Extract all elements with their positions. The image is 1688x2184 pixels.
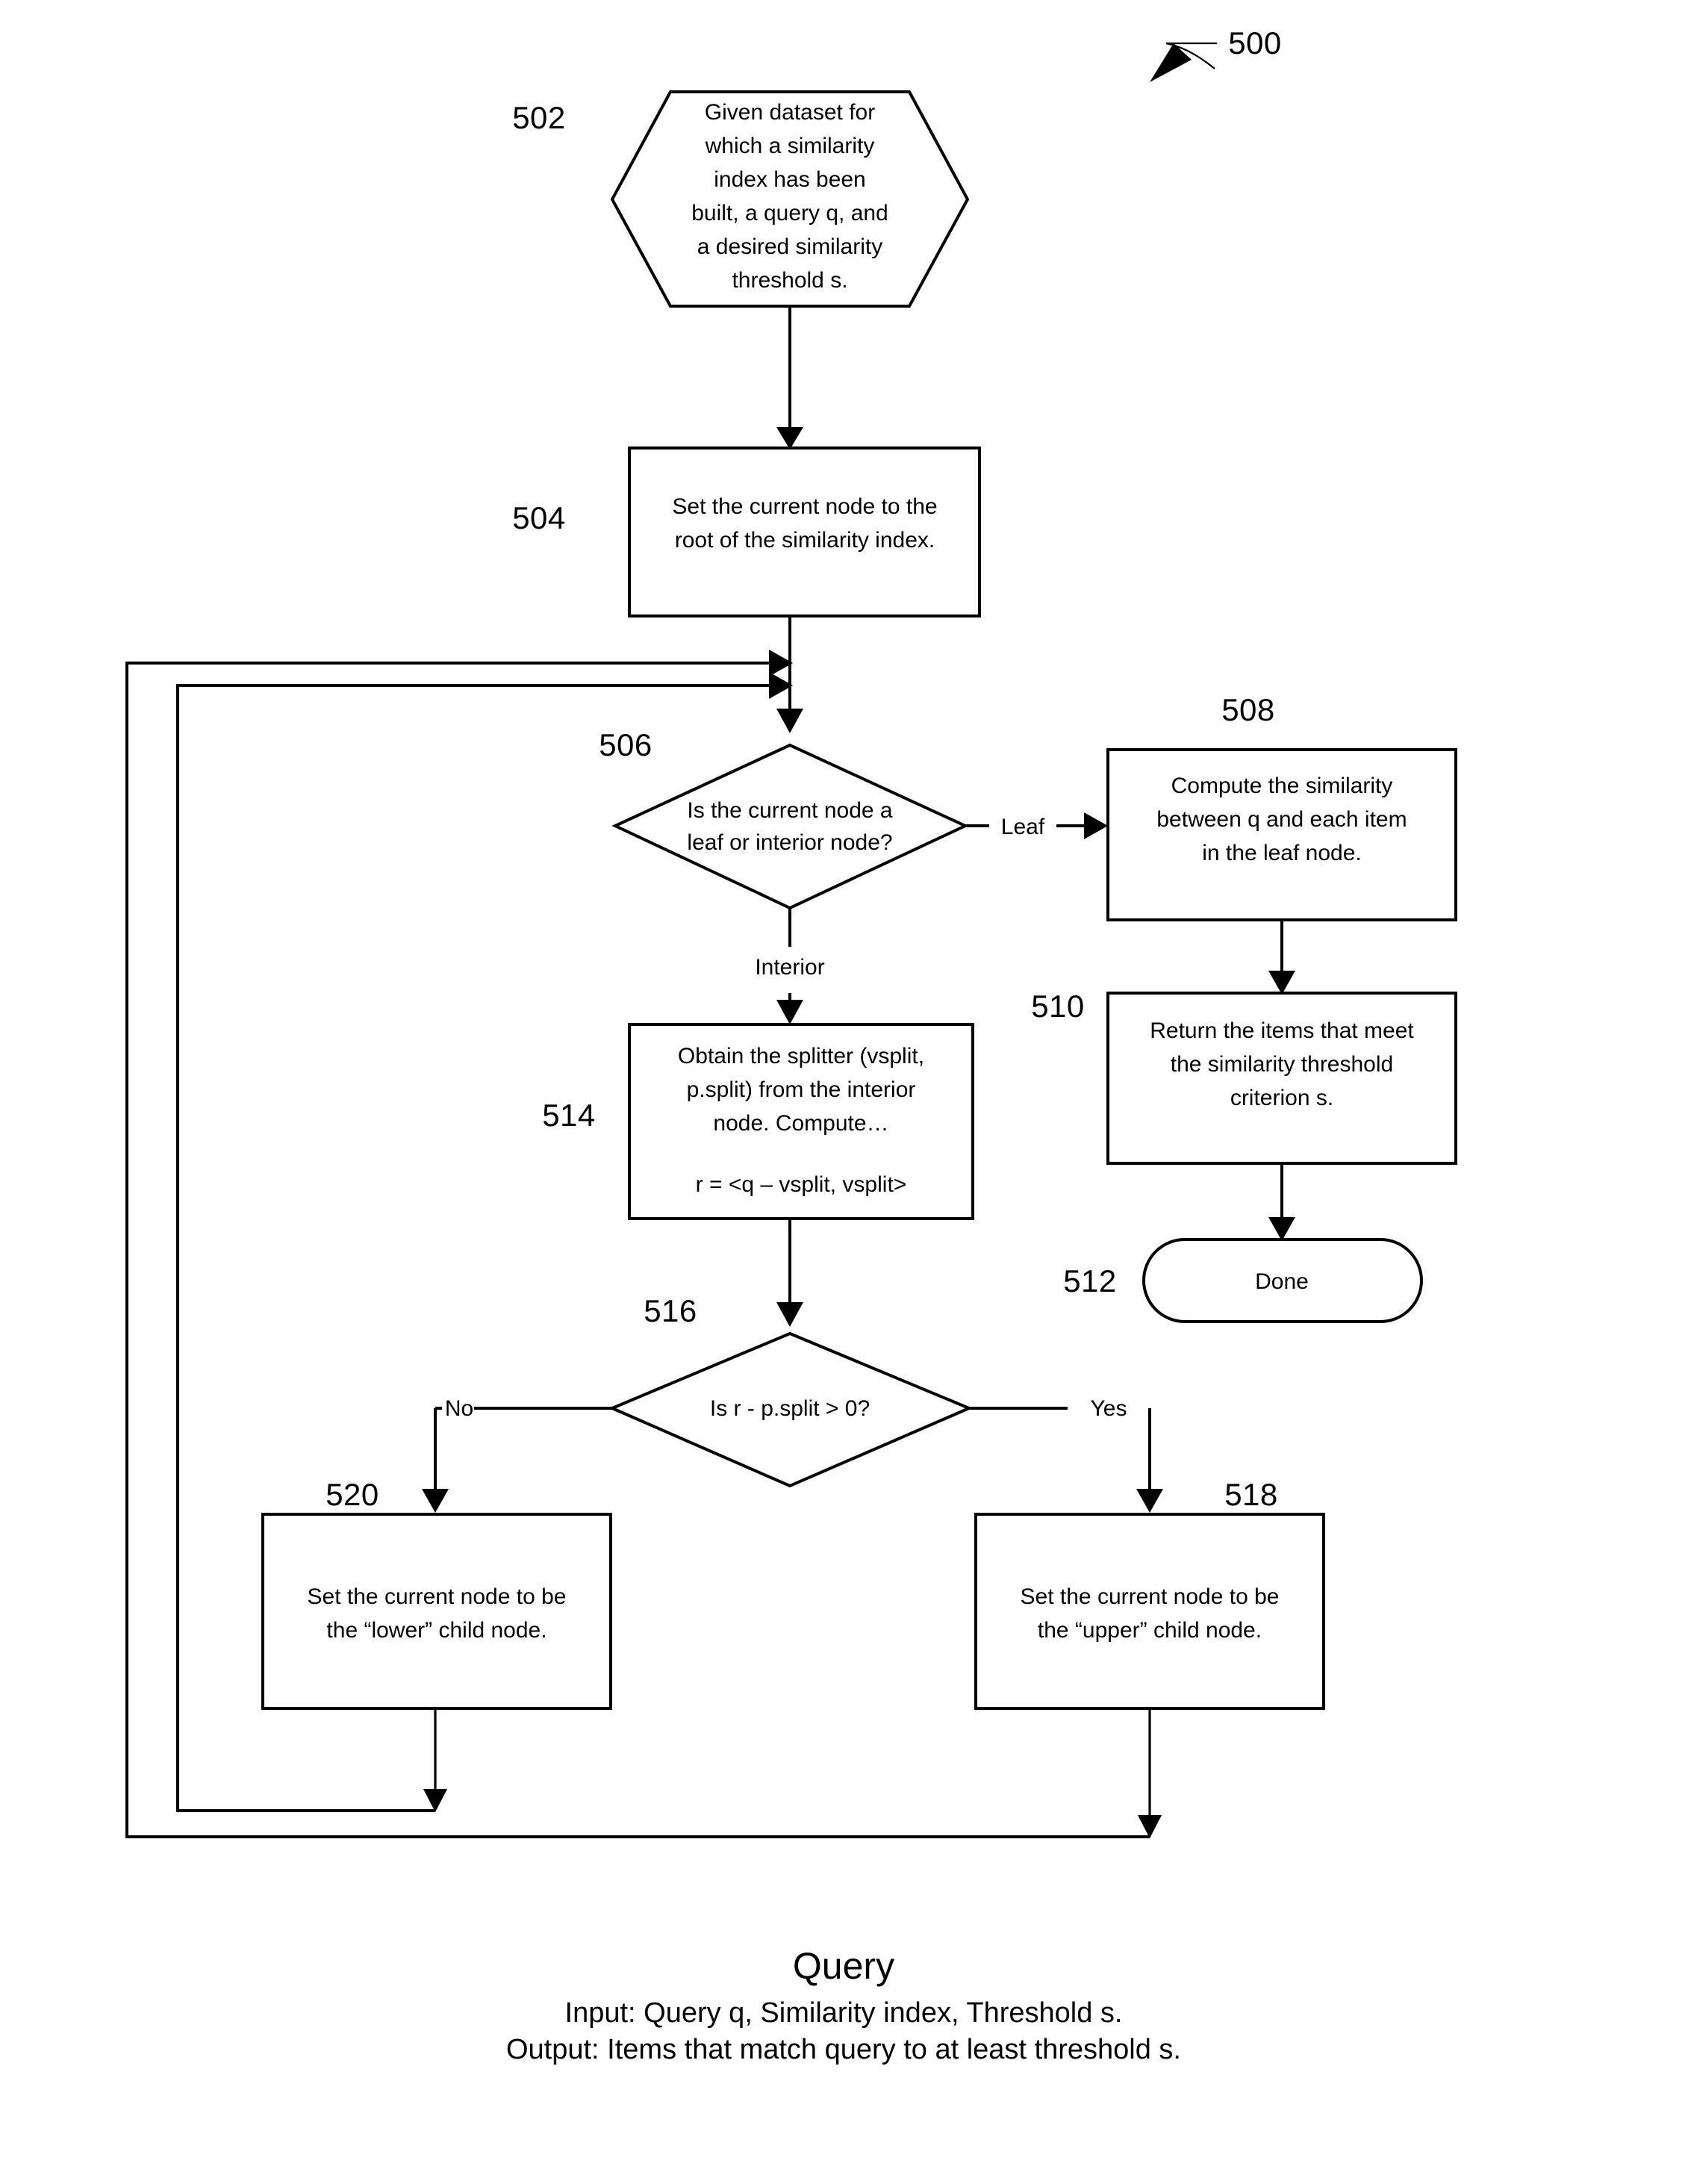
node-leaf-or-interior-diamond	[611, 743, 969, 910]
figure-ref-leader	[1150, 42, 1217, 82]
node-obtain-splitter-line-0: Obtain the splitter (vsplit,	[678, 1044, 924, 1068]
figure-root: 500 502 Given dataset for which a simila…	[0, 0, 1688, 2184]
node-lower-child-line-0: Set the current node to be	[308, 1584, 567, 1609]
figure-ref-number: 500	[1228, 25, 1282, 60]
node-done-label: Done	[1255, 1269, 1309, 1294]
caption-input-line: Input: Query q, Similarity index, Thresh…	[565, 1997, 1123, 2029]
node-return-items-line-1: the similarity threshold	[1171, 1052, 1393, 1077]
edge-516-no-to-520	[422, 1407, 612, 1513]
caption-output-line: Output: Items that match query to at lea…	[506, 2034, 1181, 2065]
ref-number-518: 518	[1224, 1477, 1278, 1512]
edge-518-to-loop	[1138, 1708, 1162, 1838]
ref-number-504: 504	[512, 500, 566, 535]
caption-title: Query	[793, 1945, 894, 1987]
node-obtain-splitter-formula: r = <q – vsplit, vsplit>	[696, 1172, 907, 1197]
node-start-line-2: index has been	[714, 167, 866, 192]
node-leaf-or-interior-line-1: leaf or interior node?	[687, 830, 892, 855]
edge-start-to-504	[776, 306, 803, 449]
node-set-root-line-1: root of the similarity index.	[675, 528, 935, 553]
node-upper-child-box	[974, 1513, 1325, 1710]
node-obtain-splitter-line-1: p.split) from the interior	[687, 1077, 916, 1102]
node-set-root-line-0: Set the current node to the	[672, 494, 937, 519]
node-upper-child-line-0: Set the current node to be	[1021, 1584, 1280, 1609]
edge-508-to-510	[1268, 920, 1295, 995]
node-start-line-1: which a similarity	[705, 134, 875, 158]
ref-number-512: 512	[1063, 1263, 1117, 1298]
node-upper-child-line-1: the “upper” child node.	[1038, 1618, 1262, 1643]
edge-510-to-512	[1268, 1163, 1295, 1241]
ref-number-520: 520	[326, 1477, 379, 1512]
edge-504-to-506	[776, 616, 803, 733]
ref-number-510: 510	[1031, 989, 1085, 1024]
node-compute-similarity-line-0: Compute the similarity	[1171, 774, 1393, 798]
edge-label-no: No	[445, 1396, 473, 1421]
node-return-items-line-0: Return the items that meet	[1150, 1018, 1414, 1043]
ref-number-508: 508	[1221, 692, 1275, 727]
ref-number-502: 502	[512, 100, 566, 135]
node-compute-similarity-line-2: in the leaf node.	[1202, 841, 1362, 865]
node-leaf-or-interior-line-0: Is the current node a	[687, 798, 892, 823]
node-compare-split-line-0: Is r - p.split > 0?	[710, 1396, 870, 1421]
node-compute-similarity-line-1: between q and each item	[1156, 807, 1407, 832]
edge-514-to-516	[776, 1219, 803, 1327]
node-lower-child-line-1: the “lower” child node.	[326, 1618, 546, 1643]
node-start-line-4: a desired similarity	[697, 234, 882, 259]
node-start-line-3: built, a query q, and	[691, 201, 888, 225]
node-return-items-line-2: criterion s.	[1230, 1086, 1333, 1110]
query-flowchart-diagram: 500 502 Given dataset for which a simila…	[125, 25, 1457, 2065]
edge-label-interior: Interior	[755, 955, 824, 980]
edge-516-yes-to-518	[969, 1407, 1163, 1513]
edge-520-to-loop	[423, 1708, 447, 1812]
ref-number-514: 514	[542, 1098, 596, 1133]
edge-label-yes: Yes	[1091, 1396, 1127, 1421]
node-obtain-splitter-line-2: node. Compute…	[713, 1111, 888, 1136]
node-start-line-5: threshold s.	[732, 268, 847, 293]
node-start-line-0: Given dataset for	[705, 100, 875, 125]
ref-number-516: 516	[644, 1293, 697, 1328]
node-lower-child-box	[261, 1513, 612, 1710]
ref-number-506: 506	[599, 727, 653, 762]
edge-label-leaf: Leaf	[1001, 815, 1045, 839]
